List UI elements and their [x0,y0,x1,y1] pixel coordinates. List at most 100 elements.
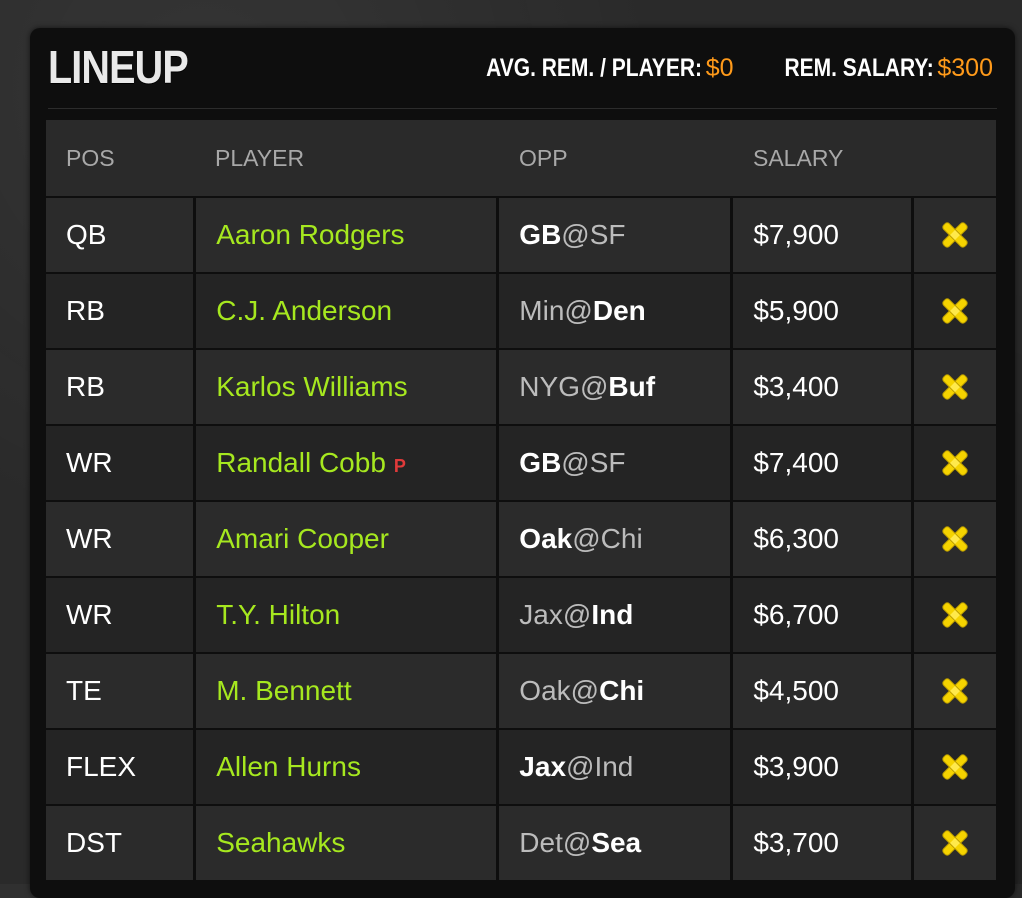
opponent-cell: GB @ SF [499,426,731,500]
remove-x-icon [942,222,968,248]
player-name-link[interactable]: M. Bennett [216,675,351,707]
avg-remaining-value: $0 [705,54,734,82]
at-symbol: @ [561,219,590,250]
table-body: QB Aaron Rodgers GB @ SF $7,900 RB C.J. Anderso… [46,196,996,880]
remove-x-icon [942,526,968,552]
away-team: GB [519,219,562,250]
home-team: Chi [599,675,645,706]
table-row: WR Amari Cooper Oak @ Chi $6,300 [46,500,996,576]
home-team: SF [589,219,626,250]
home-team: Ind [594,751,634,782]
remove-x-icon [942,830,968,856]
table-header: POS PLAYER OPP SALARY [46,120,996,196]
remove-player-button[interactable] [914,654,996,728]
position-cell: TE [46,654,194,728]
remove-player-button[interactable] [914,578,996,652]
salary-cell: $3,700 [733,806,912,880]
position-cell: WR [46,578,194,652]
opponent-cell: Oak @ Chi [499,502,731,576]
at-symbol: @ [570,675,600,706]
remove-player-button[interactable] [914,350,996,424]
away-team: GB [519,447,562,478]
opponent-cell: Det @ Sea [499,806,731,880]
at-symbol: @ [562,599,592,630]
player-name-link[interactable]: Amari Cooper [216,523,389,555]
position-cell: RB [46,274,194,348]
opponent-cell: Oak @ Chi [499,654,731,728]
home-team: Chi [600,523,643,554]
remove-player-button[interactable] [914,274,996,348]
away-team: NYG [519,371,580,402]
player-cell: T.Y. Hilton [196,578,497,652]
remove-player-button[interactable] [914,730,996,804]
salary-cell: $4,500 [733,654,912,728]
remaining-salary-label: REM. SALARY: [784,54,934,82]
position-cell: WR [46,502,194,576]
remaining-salary-value: $300 [937,54,993,82]
column-header-salary: SALARY [753,144,844,171]
player-cell: Randall Cobb P [196,426,497,500]
column-header-player: PLAYER [215,144,305,171]
away-team: Oak [519,675,571,706]
home-team: Buf [608,371,656,402]
remove-player-button[interactable] [914,198,996,272]
player-cell: Allen Hurns [196,730,497,804]
player-cell: C.J. Anderson [196,274,497,348]
opponent-cell: Jax @ Ind [499,578,731,652]
player-name-link[interactable]: Karlos Williams [216,371,407,403]
player-name-link[interactable]: Randall Cobb [216,447,386,479]
away-team: Jax [519,599,563,630]
remove-player-button[interactable] [914,502,996,576]
position-cell: FLEX [46,730,194,804]
remove-x-icon [942,374,968,400]
player-name-link[interactable]: T.Y. Hilton [216,599,340,631]
away-team: Jax [519,751,567,782]
salary-cell: $3,900 [733,730,912,804]
probable-tag: P [393,455,406,476]
player-name-link[interactable]: Seahawks [216,827,345,859]
table-row: WR Randall Cobb P GB @ SF $7,400 [46,424,996,500]
at-symbol: @ [561,447,590,478]
position-cell: RB [46,350,194,424]
remove-player-button[interactable] [914,426,996,500]
player-name-link[interactable]: Aaron Rodgers [216,219,404,251]
player-cell: Amari Cooper [196,502,497,576]
column-header-pos: POS [66,144,115,171]
away-team: Det [519,827,563,858]
lineup-table: POS PLAYER OPP SALARY QB Aaron Rodgers GB @… [46,120,996,880]
table-row: FLEX Allen Hurns Jax @ Ind $3,900 [46,728,996,804]
salary-cell: $3,400 [733,350,912,424]
player-cell: M. Bennett [196,654,497,728]
remove-x-icon [942,754,968,780]
at-symbol: @ [579,371,609,402]
avg-remaining-label: AVG. REM. / PLAYER: [485,54,702,82]
home-team: Ind [591,599,634,630]
home-team: Sea [591,827,642,858]
at-symbol: @ [562,827,592,858]
table-row: RB Karlos Williams NYG @ Buf $3,400 [46,348,996,424]
opponent-cell: NYG @ Buf [499,350,731,424]
at-symbol: @ [572,523,601,554]
remove-x-icon [942,602,968,628]
table-row: QB Aaron Rodgers GB @ SF $7,900 [46,196,996,272]
player-cell: Seahawks [196,806,497,880]
remove-x-icon [942,450,968,476]
at-symbol: @ [564,295,593,326]
table-row: TE M. Bennett Oak @ Chi $4,500 [46,652,996,728]
player-cell: Karlos Williams [196,350,497,424]
away-team: Oak [519,523,573,554]
position-cell: QB [46,198,194,272]
player-name-link[interactable]: Allen Hurns [216,751,361,783]
lineup-panel: LINEUP AVG. REM. / PLAYER: $0 REM. SALAR… [30,28,1015,898]
salary-cell: $5,900 [733,274,912,348]
home-team: Den [592,295,646,326]
opponent-cell: Min @ Den [499,274,731,348]
column-header-opp: OPP [519,144,568,171]
position-cell: WR [46,426,194,500]
player-name-link[interactable]: C.J. Anderson [216,295,392,327]
page-title: LINEUP [48,41,189,93]
table-row: WR T.Y. Hilton Jax @ Ind $6,700 [46,576,996,652]
at-symbol: @ [566,751,595,782]
remove-player-button[interactable] [914,806,996,880]
player-cell: Aaron Rodgers [196,198,497,272]
